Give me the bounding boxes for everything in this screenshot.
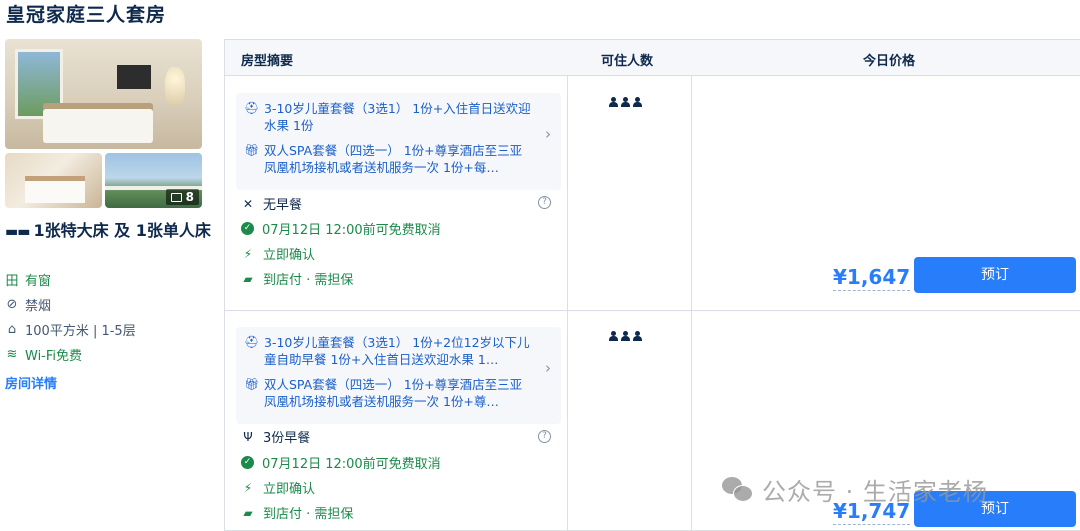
image-icon xyxy=(170,192,182,202)
feature-label: 有窗 xyxy=(25,274,52,289)
occupancy-icons xyxy=(609,96,645,111)
bed-type-label: 1张特大床 及 1张单人床 xyxy=(33,221,211,240)
package-item: 🎁︎ 双人SPA套餐（四选一） 1份+尊享酒店至三亚凤凰机场接机或者送机服务一次… xyxy=(244,377,523,409)
payment-icon: ▰ xyxy=(243,505,253,520)
window-icon: 田 xyxy=(5,274,19,289)
price: ¥1,647 xyxy=(833,265,911,291)
lightning-icon: ⚡︎ xyxy=(243,246,253,261)
room-detail-link[interactable]: 房间详情 xyxy=(5,373,57,392)
package-item: 🎁︎ 双人SPA套餐（四选一） 1份+尊享酒店至三亚凤凰机场接机或者送机服务一次… xyxy=(244,143,523,175)
rate-table: 房型摘要 可住人数 今日价格 ⛑ 3-10岁儿童套餐（3选1） 1份+入住首日送… xyxy=(224,39,1080,531)
chevron-right-icon[interactable]: › xyxy=(545,125,551,143)
cancel-policy: ✓ 07月12日 12:00前可免费取消 xyxy=(241,219,441,238)
watermark: 公众号 · 生活家老杨 xyxy=(722,472,988,507)
confirm-info: ⚡︎ 立即确认 xyxy=(241,478,315,498)
no-breakfast-icon: ✕ xyxy=(242,196,254,211)
cancel-policy: ✓ 07月12日 12:00前可免费取消 xyxy=(241,453,441,472)
breakfast-icon: Ψ xyxy=(243,429,253,444)
header-price: 今日价格 xyxy=(863,54,916,69)
floor-area-icon: ⌂ xyxy=(7,322,17,337)
header-occupancy: 可住人数 xyxy=(601,54,654,69)
person-icon xyxy=(609,331,618,341)
person-icon xyxy=(609,97,618,107)
feature-area: ⌂ 100平方米 | 1-5层 xyxy=(5,320,136,339)
feature-wifi: ≋ Wi-Fi免费 xyxy=(5,345,82,364)
wifi-icon: ≋ xyxy=(6,347,18,362)
bed-type: ▬▬ 1张特大床 及 1张单人床 xyxy=(5,219,215,244)
room-service-icon: ⛑ xyxy=(244,335,260,349)
wechat-icon xyxy=(722,476,754,503)
no-smoking-icon: ⊘ xyxy=(6,297,18,312)
room-title: 皇冠家庭三人套房 xyxy=(6,4,167,26)
meal-info: Ψ 3份早餐 xyxy=(241,427,310,447)
occupancy-icons xyxy=(609,330,645,345)
book-button[interactable]: 预订 xyxy=(914,257,1076,293)
payment-icon: ▰ xyxy=(243,271,253,286)
person-icon xyxy=(633,331,642,341)
watermark-text: 公众号 · 生活家老杨 xyxy=(762,478,988,506)
person-icon xyxy=(633,97,642,107)
package-item: ⛑ 3-10岁儿童套餐（3选1） 1份+入住首日送欢迎水果 1份 xyxy=(244,101,531,133)
room-service-icon: ⛑ xyxy=(244,101,260,115)
room-photo-main[interactable] xyxy=(5,39,202,149)
room-photo-thumb[interactable] xyxy=(5,153,102,208)
payment-info: ▰ 到店付 · 需担保 xyxy=(241,503,353,523)
photo-count: 8 xyxy=(185,190,194,204)
help-icon[interactable]: ? xyxy=(538,196,551,209)
gift-icon: 🎁︎ xyxy=(244,377,260,391)
help-icon[interactable]: ? xyxy=(538,430,551,443)
meal-info: ✕ 无早餐 xyxy=(242,196,303,214)
payment-info: ▰ 到店付 · 需担保 xyxy=(241,269,353,289)
feature-no-smoking: ⊘ 禁烟 xyxy=(5,295,51,314)
package-box[interactable]: ⛑ 3-10岁儿童套餐（3选1） 1份+入住首日送欢迎水果 1份 🎁︎ 双人SP… xyxy=(236,93,561,190)
room-photo-thumb[interactable]: 8 xyxy=(105,153,202,208)
photo-count-badge: 8 xyxy=(165,189,199,205)
package-box[interactable]: ⛑ 3-10岁儿童套餐（3选1） 1份+2位12岁以下儿童自助早餐 1份+入住首… xyxy=(236,327,561,424)
header-summary: 房型摘要 xyxy=(241,54,294,69)
bed-icon: ▬▬ xyxy=(5,224,30,240)
chevron-right-icon[interactable]: › xyxy=(545,359,551,377)
person-icon xyxy=(621,97,630,107)
feature-label: 100平方米 | 1-5层 xyxy=(25,324,136,339)
table-header: 房型摘要 可住人数 今日价格 xyxy=(225,40,1080,76)
person-icon xyxy=(621,331,630,341)
feature-label: Wi-Fi免费 xyxy=(25,349,83,364)
gift-icon: 🎁︎ xyxy=(244,143,260,157)
lightning-icon: ⚡︎ xyxy=(243,480,253,495)
feature-label: 禁烟 xyxy=(25,299,52,314)
check-icon: ✓ xyxy=(241,222,254,235)
package-item: ⛑ 3-10岁儿童套餐（3选1） 1份+2位12岁以下儿童自助早餐 1份+入住首… xyxy=(244,335,530,367)
check-icon: ✓ xyxy=(241,456,254,469)
confirm-info: ⚡︎ 立即确认 xyxy=(241,244,315,264)
feature-window: 田有窗 xyxy=(5,270,51,289)
